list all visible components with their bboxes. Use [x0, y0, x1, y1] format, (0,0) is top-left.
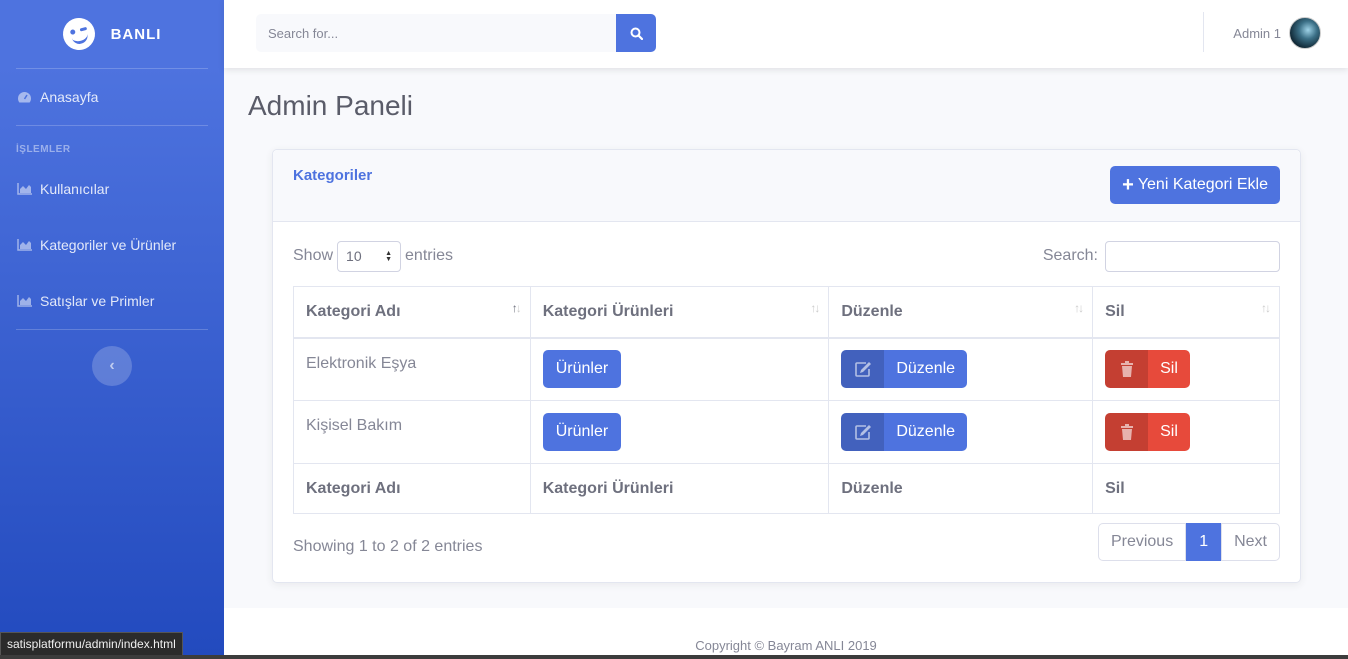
- plus-icon: +: [1122, 174, 1134, 196]
- footer-category-products: Kategori Ürünleri: [529, 463, 830, 514]
- edit-button-label: Düzenle: [896, 360, 956, 378]
- delete-button[interactable]: Sil: [1105, 350, 1190, 389]
- delete-cell: Sil: [1092, 400, 1280, 464]
- nav-label-users: Kullanıcılar: [40, 181, 110, 197]
- status-bar-url: satisplatformu/admin/index.html: [0, 632, 183, 656]
- footer: Copyright © Bayram ANLI 2019: [224, 608, 1348, 659]
- edit-button-label: Düzenle: [896, 423, 956, 440]
- edit-icon: [841, 350, 885, 389]
- categories-card: Kategoriler + Yeni Kategori Ekle Show 10…: [272, 149, 1301, 583]
- card-header: Kategoriler + Yeni Kategori Ekle: [273, 150, 1300, 222]
- categories-table: Kategori Adı ↑↓ Kategori Ürünleri ↑↓ Düzen…: [293, 286, 1280, 514]
- table-search: Search:: [1043, 240, 1280, 272]
- nav-label-categories-products: Kategoriler ve Ürünler: [40, 237, 177, 253]
- edit-icon: [841, 413, 885, 451]
- sidebar-toggle-button[interactable]: ‹: [92, 346, 132, 386]
- pagination: Previous 1 Next: [1097, 523, 1280, 561]
- column-label: Kategori Adı: [306, 302, 401, 320]
- search-icon: [630, 27, 643, 40]
- page-length-control: Show 10 ▲ ▼ entries: [293, 240, 453, 272]
- user-menu[interactable]: Admin 1: [1233, 17, 1321, 49]
- category-name-cell: Elektronik Eşya: [293, 337, 531, 401]
- chart-area-icon: [16, 238, 32, 252]
- sort-icon: ↑↓: [810, 301, 820, 315]
- page-length-select[interactable]: 10 ▲ ▼: [337, 240, 402, 272]
- taskbar-strip: [0, 655, 1348, 659]
- sidebar-toggle-wrap: ‹: [0, 330, 224, 386]
- footer-edit: Düzenle: [828, 463, 1094, 514]
- column-label: Sil: [1105, 302, 1125, 320]
- chart-area-icon: [16, 182, 32, 196]
- delete-button-label: Sil: [1160, 360, 1178, 378]
- search-button[interactable]: [616, 14, 656, 52]
- sort-icon: ↑↓: [1261, 301, 1271, 315]
- nav-label-sales-bonuses: Satışlar ve Primler: [40, 293, 155, 309]
- table-row: Elektronik Eşya Ürünler Düzenle Sil: [293, 337, 1280, 401]
- column-header-delete[interactable]: Sil ↑↓: [1092, 286, 1280, 339]
- pagination-next[interactable]: Next: [1221, 523, 1280, 561]
- copyright: Copyright © Bayram ANLI 2019: [695, 638, 877, 653]
- chart-area-icon: [16, 294, 32, 308]
- add-category-label: Yeni Kategori Ekle: [1137, 176, 1268, 193]
- sidebar: BANLI Anasayfa İŞLEMLER Kullanıcılar Kat…: [0, 0, 224, 659]
- page-length-value: 10: [346, 248, 362, 264]
- topbar-search: [256, 14, 656, 52]
- trash-icon: [1105, 350, 1149, 389]
- tachometer-icon: [16, 90, 32, 104]
- nav-item-categories-products[interactable]: Kategoriler ve Ürünler: [0, 217, 224, 273]
- laugh-wink-icon: [58, 14, 99, 54]
- card-title: Kategoriler: [293, 167, 373, 184]
- sidebar-brand[interactable]: BANLI: [0, 0, 224, 68]
- column-header-category-name[interactable]: Kategori Adı ↑↓: [293, 286, 531, 339]
- table-footer-row: Kategori Adı Kategori Ürünleri Düzenle S…: [293, 463, 1280, 514]
- chevron-left-icon: ‹: [109, 357, 115, 374]
- delete-cell: Sil: [1092, 337, 1280, 401]
- show-label: Show: [293, 247, 334, 264]
- sort-icon: ↑↓: [1074, 301, 1084, 315]
- nav-item-sales-bonuses[interactable]: Satışlar ve Primler: [0, 273, 224, 329]
- user-name: Admin 1: [1233, 25, 1281, 41]
- nav-label-dashboard: Anasayfa: [40, 89, 99, 105]
- pagination-previous[interactable]: Previous: [1097, 523, 1187, 561]
- edit-cell: Düzenle: [828, 400, 1094, 464]
- edit-button[interactable]: Düzenle: [841, 350, 968, 389]
- search-input[interactable]: [256, 14, 616, 52]
- edit-cell: Düzenle: [828, 337, 1094, 401]
- topbar-divider: [1203, 12, 1204, 52]
- sort-icon: ↑↓: [511, 301, 522, 315]
- delete-button-label: Sil: [1160, 423, 1178, 440]
- datatable-controls: Show 10 ▲ ▼ entries Search:: [293, 240, 1280, 272]
- topbar: Admin 1: [224, 0, 1348, 68]
- nav-item-users[interactable]: Kullanıcılar: [0, 161, 224, 217]
- category-name-cell: Kişisel Bakım: [293, 400, 531, 464]
- products-button[interactable]: Ürünler: [542, 413, 622, 451]
- edit-button[interactable]: Düzenle: [841, 413, 968, 451]
- pagination-page-1[interactable]: 1: [1186, 523, 1222, 561]
- sort-caret-icon: ▲ ▼: [385, 249, 393, 263]
- table-info: Showing 1 to 2 of 2 entries: [293, 538, 483, 555]
- column-header-category-products[interactable]: Kategori Ürünleri ↑↓: [529, 286, 830, 339]
- add-category-button[interactable]: + Yeni Kategori Ekle: [1110, 166, 1280, 204]
- column-label: Kategori Ürünleri: [542, 302, 674, 320]
- brand-name: BANLI: [110, 25, 162, 43]
- table-header-row: Kategori Adı ↑↓ Kategori Ürünleri ↑↓ Düzen…: [293, 286, 1280, 339]
- table-row: Kişisel Bakım Ürünler Düzenle Sil: [293, 400, 1280, 464]
- table-search-label: Search:: [1042, 247, 1098, 264]
- products-cell: Ürünler: [529, 337, 830, 401]
- products-cell: Ürünler: [529, 400, 830, 464]
- trash-icon: [1105, 413, 1149, 451]
- table-search-input[interactable]: [1105, 240, 1280, 272]
- nav-item-dashboard[interactable]: Anasayfa: [0, 69, 224, 125]
- page-title: Admin Paneli: [248, 90, 413, 121]
- products-button[interactable]: Ürünler: [542, 350, 622, 389]
- footer-delete: Sil: [1092, 463, 1280, 514]
- column-header-edit[interactable]: Düzenle ↑↓: [828, 286, 1094, 339]
- avatar: [1289, 17, 1321, 49]
- footer-category-name: Kategori Adı: [293, 463, 531, 514]
- sidebar-heading: İŞLEMLER: [16, 144, 71, 155]
- delete-button[interactable]: Sil: [1105, 413, 1190, 451]
- entries-label: entries: [405, 247, 454, 264]
- column-label: Düzenle: [841, 302, 903, 320]
